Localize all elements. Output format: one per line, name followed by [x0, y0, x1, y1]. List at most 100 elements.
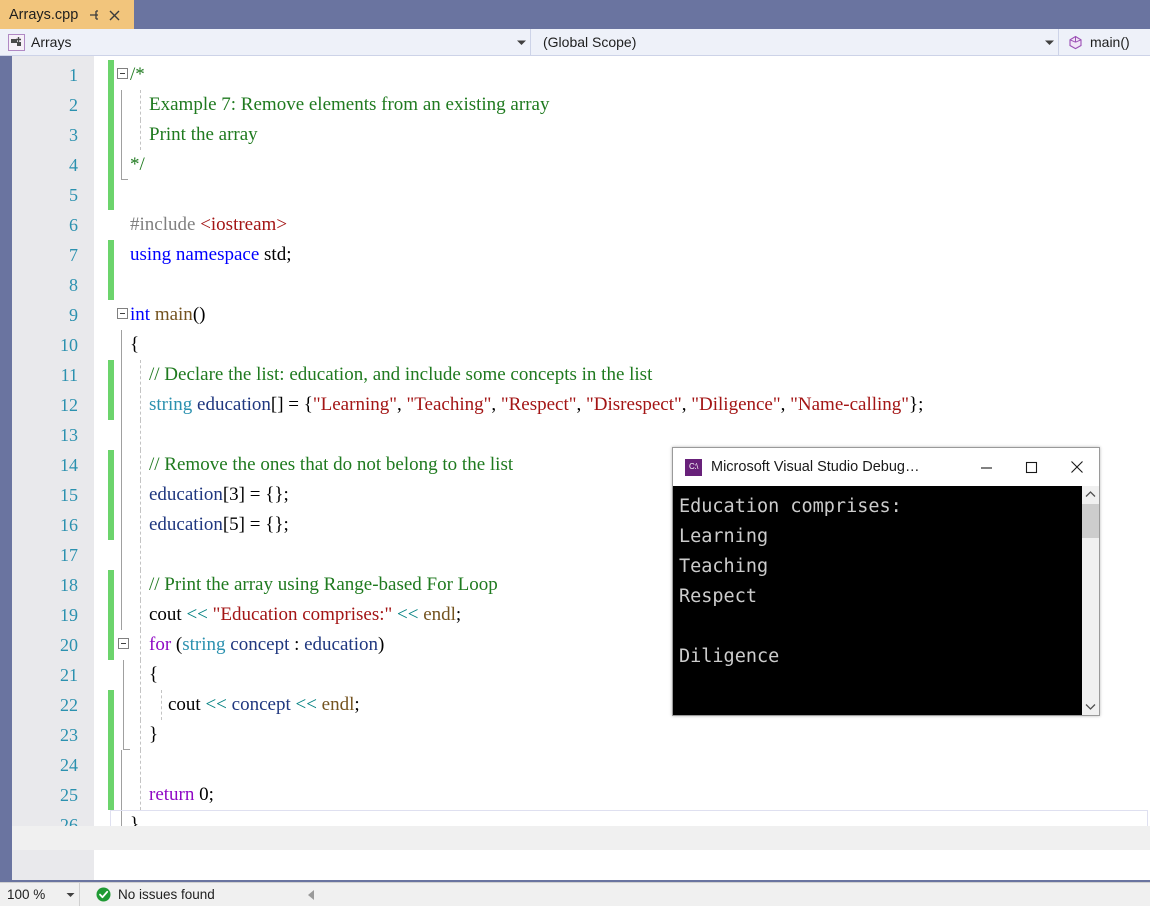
console-output: Education comprises: Learning Teaching R…: [679, 496, 902, 667]
code-token: <<: [186, 604, 213, 625]
line-number: 2: [69, 95, 78, 115]
code-text[interactable]: // Remove the ones that do not belong to…: [130, 450, 513, 480]
project-dropdown[interactable]: Arrays: [0, 29, 531, 56]
scope-dropdown[interactable]: (Global Scope): [531, 29, 1059, 56]
fold-guide: [121, 150, 128, 180]
code-line[interactable]: 24: [0, 750, 1150, 780]
fold-toggle[interactable]: [118, 638, 129, 649]
code-line[interactable]: 8: [0, 270, 1150, 300]
code-line[interactable]: 12 string education[] = {"Learning", "Te…: [0, 390, 1150, 420]
code-token: [5] = {};: [222, 514, 289, 535]
method-icon: [1067, 34, 1084, 51]
change-bar: [108, 120, 114, 150]
chevron-down-icon[interactable]: [1041, 39, 1058, 46]
line-number: 9: [69, 305, 78, 325]
code-text[interactable]: int main(): [130, 300, 205, 330]
code-text[interactable]: for (string concept : education): [130, 630, 384, 660]
line-number: 8: [69, 275, 78, 295]
code-line[interactable]: 3 Print the array: [0, 120, 1150, 150]
line-number: 15: [60, 485, 78, 505]
code-token: "Disrespect": [586, 394, 682, 415]
fold-guide: [123, 720, 130, 750]
code-line[interactable]: 5: [0, 180, 1150, 210]
tab-arrays-cpp[interactable]: Arrays.cpp: [0, 0, 134, 29]
chevron-down-icon[interactable]: [513, 39, 530, 46]
change-bar: [108, 150, 114, 180]
member-dropdown[interactable]: main(): [1059, 29, 1150, 56]
code-token: std;: [264, 244, 292, 265]
code-text[interactable]: string education[] = {"Learning", "Teach…: [130, 390, 923, 420]
code-text[interactable]: education[5] = {};: [130, 510, 289, 540]
pin-icon[interactable]: [87, 8, 101, 22]
code-line[interactable]: 4 */: [0, 150, 1150, 180]
code-line[interactable]: 13: [0, 420, 1150, 450]
fold-guide: [121, 600, 122, 630]
code-text[interactable]: // Print the array using Range-based For…: [130, 570, 498, 600]
line-number: 5: [69, 185, 78, 205]
code-line[interactable]: 11 // Declare the list: education, and i…: [0, 360, 1150, 390]
line-number: 16: [60, 515, 78, 535]
code-text[interactable]: {: [130, 330, 139, 360]
editor-horizontal-scrollbar[interactable]: [12, 826, 1150, 850]
code-line[interactable]: 25 return 0;: [0, 780, 1150, 810]
fold-guide: [121, 390, 122, 420]
code-line[interactable]: 1 /*: [0, 60, 1150, 90]
code-line[interactable]: 9 int main(): [0, 300, 1150, 330]
code-text[interactable]: #include <iostream>: [130, 210, 287, 240]
zoom-dropdown[interactable]: 100 %: [0, 883, 80, 906]
code-line[interactable]: 10 {: [0, 330, 1150, 360]
console-scrollbar[interactable]: [1082, 486, 1099, 715]
debug-console-window[interactable]: C:\ Microsoft Visual Studio Debug… Educa…: [672, 447, 1100, 716]
code-line[interactable]: 6 #include <iostream>: [0, 210, 1150, 240]
caret-left-icon[interactable]: [307, 889, 315, 901]
code-token: <<: [205, 694, 232, 715]
change-bar: [108, 180, 114, 210]
fold-guide: [121, 450, 122, 480]
code-token: /*: [130, 64, 145, 85]
code-text[interactable]: */: [130, 150, 145, 180]
code-line[interactable]: 2 Example 7: Remove elements from an exi…: [0, 90, 1150, 120]
member-label: main(): [1090, 34, 1130, 50]
scrollbar-thumb[interactable]: [1082, 504, 1099, 538]
change-bar: [108, 780, 114, 810]
line-number: 24: [60, 755, 78, 775]
close-icon[interactable]: [108, 9, 121, 22]
zoom-level-label: 100 %: [7, 887, 46, 902]
console-body: Education comprises: Learning Teaching R…: [673, 486, 1099, 715]
code-text[interactable]: // Declare the list: education, and incl…: [130, 360, 652, 390]
line-number: 10: [60, 335, 78, 355]
code-token: (): [192, 304, 206, 325]
chevron-down-icon[interactable]: [61, 892, 79, 898]
code-text[interactable]: education[3] = {};: [130, 480, 289, 510]
code-token: Example 7: Remove elements from an exist…: [130, 94, 550, 115]
line-number: 7: [69, 245, 78, 265]
code-line[interactable]: 23 }: [0, 720, 1150, 750]
code-text[interactable]: cout << concept << endl;: [130, 690, 360, 720]
maximize-icon[interactable]: [1009, 449, 1054, 486]
code-text[interactable]: /*: [130, 60, 145, 90]
chevron-up-icon[interactable]: [1082, 486, 1099, 503]
change-bar: [108, 270, 114, 300]
fold-toggle[interactable]: [117, 308, 128, 319]
code-text[interactable]: Print the array: [130, 120, 258, 150]
code-token: */: [130, 154, 145, 175]
fold-toggle[interactable]: [117, 68, 128, 79]
line-number: 17: [60, 545, 78, 565]
console-titlebar[interactable]: C:\ Microsoft Visual Studio Debug…: [673, 448, 1099, 486]
code-text[interactable]: using namespace std;: [130, 240, 291, 270]
code-text[interactable]: {: [130, 660, 158, 690]
code-text[interactable]: Example 7: Remove elements from an exist…: [130, 90, 549, 120]
code-text[interactable]: }: [130, 720, 158, 750]
code-token: ;: [354, 694, 360, 715]
chevron-down-icon[interactable]: [1082, 698, 1099, 715]
minimize-icon[interactable]: [964, 449, 1009, 486]
fold-guide: [121, 510, 122, 540]
code-line[interactable]: 7 using namespace std;: [0, 240, 1150, 270]
scope-label: (Global Scope): [543, 34, 637, 50]
code-text[interactable]: cout << "Education comprises:" << endl;: [130, 600, 461, 630]
code-text[interactable]: return 0;: [130, 780, 214, 810]
fold-guide: [121, 360, 122, 390]
close-icon[interactable]: [1054, 449, 1099, 486]
